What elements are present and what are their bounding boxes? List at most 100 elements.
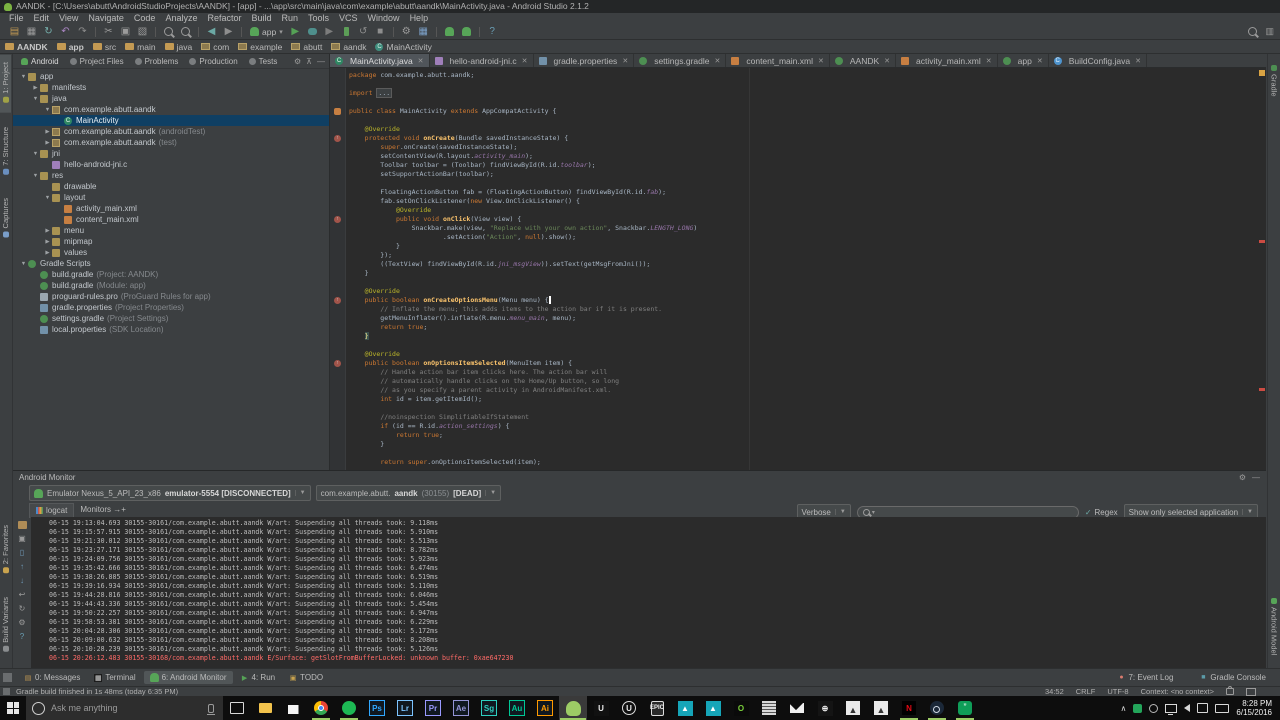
screen-capture-icon[interactable]: ▣ — [18, 534, 27, 543]
debug-button[interactable] — [304, 24, 321, 39]
tool-strip-gradle[interactable]: Gradle — [1269, 55, 1280, 104]
collapse-all-icon[interactable]: ⊼ — [306, 57, 312, 66]
chevron-down-icon[interactable]: ▼ — [31, 151, 40, 157]
monitor-minimize-icon[interactable]: — — [1252, 473, 1260, 482]
close-icon[interactable]: ✕ — [418, 57, 424, 65]
chevron-down-icon[interactable]: ▼ — [43, 107, 52, 113]
menu-analyze[interactable]: Analyze — [160, 13, 202, 24]
taskbar-speedgrade[interactable]: Sg — [475, 696, 503, 720]
tool-strip-2-favorites[interactable]: 2: Favorites — [0, 518, 11, 583]
breadcrumb-abutt[interactable]: abutt — [291, 42, 322, 52]
back-button[interactable]: ◀ — [203, 24, 220, 39]
taskbar-clock[interactable]: 8:28 PM6/15/2016 — [1236, 699, 1272, 717]
touch-keyboard-icon[interactable] — [1215, 704, 1229, 713]
menu-window[interactable]: Window — [363, 13, 405, 24]
scroll-to-bottom-icon[interactable]: ↓ — [18, 576, 27, 585]
override-marker-icon[interactable]: ↑ — [334, 360, 341, 367]
taskbar-game-2[interactable]: ▲ — [867, 696, 895, 720]
tree-item-settings-gradle[interactable]: settings.gradle (Project Settings) — [13, 313, 329, 324]
tree-item-com-example-abutt-aandk[interactable]: ▼com.example.abutt.aandk — [13, 104, 329, 115]
tree-item-hello-android-jni-c[interactable]: hello-android-jni.c — [13, 159, 329, 170]
menu-help[interactable]: Help — [405, 13, 434, 24]
breadcrumb-mainactivity[interactable]: CMainActivity — [375, 42, 431, 52]
editor-tab-activity-main-xml[interactable]: activity_main.xml✕ — [896, 54, 998, 67]
taskbar-epic-games[interactable]: EPIC — [643, 696, 671, 720]
status-grid-icon[interactable] — [3, 688, 10, 695]
chevron-down-icon[interactable]: ▼ — [31, 173, 40, 179]
breadcrumb-aandk[interactable]: AANDK — [5, 42, 48, 52]
sdk-manager-button[interactable] — [441, 24, 458, 39]
microphone-icon[interactable] — [208, 704, 214, 713]
taskbar-hangouts[interactable]: ” — [951, 696, 979, 720]
soft-wrap-icon[interactable]: ↩ — [18, 590, 27, 599]
menu-run[interactable]: Run — [277, 13, 304, 24]
close-icon[interactable]: ✕ — [622, 57, 628, 65]
device-selector-dropdown[interactable]: Emulator Nexus_5_API_23_x86 emulator-555… — [29, 485, 311, 501]
editor-tab-gradle-properties[interactable]: gradle.properties✕ — [534, 54, 635, 67]
taskbar-photoshop[interactable]: Ps — [363, 696, 391, 720]
process-selector-dropdown[interactable]: com.example.abutt.aandk (30155) [DEAD]▼ — [316, 485, 501, 501]
tray-expand[interactable]: ∧ — [1121, 704, 1127, 713]
close-icon[interactable]: ✕ — [714, 57, 720, 65]
tree-item-proguard-rules-pro[interactable]: proguard-rules.pro (ProGuard Rules for a… — [13, 291, 329, 302]
tool-window-button-gradle-console[interactable]: ■Gradle Console — [1193, 671, 1272, 684]
editor-tab-hello-android-jni-c[interactable]: hello-android-jni.c✕ — [430, 54, 534, 67]
taskbar-premiere[interactable]: Pr — [419, 696, 447, 720]
close-icon[interactable]: ✕ — [522, 57, 528, 65]
monitor-tab-monitors-[interactable]: Monitors →+ — [74, 503, 132, 517]
editor-tab-app[interactable]: app✕ — [998, 54, 1049, 67]
run-configuration-button[interactable]: app▾ — [246, 24, 287, 39]
tree-item-gradle-scripts[interactable]: ▼Gradle Scripts — [13, 258, 329, 269]
taskbar-spotify[interactable] — [335, 696, 363, 720]
tray-app-2[interactable] — [1149, 704, 1158, 713]
menu-file[interactable]: File — [4, 13, 29, 24]
monitor-tab-logcat[interactable]: logcat — [29, 503, 74, 518]
chevron-right-icon[interactable]: ▶ — [43, 140, 52, 146]
start-button[interactable] — [0, 696, 26, 720]
tree-item-jni[interactable]: ▼jni — [13, 148, 329, 159]
menu-vcs[interactable]: VCS — [334, 13, 363, 24]
menu-build[interactable]: Build — [246, 13, 276, 24]
cut-button[interactable]: ✂ — [100, 24, 117, 39]
override-marker-icon[interactable]: ↑ — [334, 135, 341, 142]
find-button[interactable] — [160, 24, 177, 39]
avd-manager-button[interactable] — [458, 24, 475, 39]
copy-button[interactable]: ▣ — [117, 24, 134, 39]
taskbar-steam[interactable] — [923, 696, 951, 720]
monitor-settings-gear-icon[interactable]: ⚙ — [1239, 473, 1246, 482]
close-icon[interactable]: ✕ — [1037, 57, 1043, 65]
taskbar-settings-app[interactable]: ⊕ — [811, 696, 839, 720]
taskbar-photos-app-2[interactable]: ▲ — [699, 696, 727, 720]
clear-logcat-icon[interactable]: ▯ — [18, 548, 27, 557]
tool-window-button-4-run[interactable]: ▶4: Run — [235, 671, 282, 684]
taskbar-file-explorer[interactable] — [251, 696, 279, 720]
chevron-right-icon[interactable]: ▶ — [43, 250, 52, 256]
taskbar-lightroom[interactable]: Lr — [391, 696, 419, 720]
menu-view[interactable]: View — [54, 13, 83, 24]
menu-refactor[interactable]: Refactor — [202, 13, 246, 24]
taskbar-after-effects[interactable]: Ae — [447, 696, 475, 720]
project-view-tab-production[interactable]: Production — [189, 57, 237, 66]
rerun-icon[interactable] — [18, 520, 27, 529]
chevron-right-icon[interactable]: ▶ — [43, 239, 52, 245]
breadcrumb-com[interactable]: com — [201, 42, 229, 52]
tree-item-menu[interactable]: ▶menu — [13, 225, 329, 236]
tree-item-local-properties[interactable]: local.properties (SDK Location) — [13, 324, 329, 335]
tool-strip-1-project[interactable]: 1: Project — [0, 55, 11, 113]
project-view-tab-problems[interactable]: Problems — [135, 57, 179, 66]
breadcrumb-java[interactable]: java — [165, 42, 193, 52]
save-all-button[interactable]: ▦ — [23, 24, 40, 39]
editor-tab-settings-gradle[interactable]: settings.gradle✕ — [634, 54, 726, 67]
run-button[interactable]: ▶ — [287, 24, 304, 39]
breadcrumb-example[interactable]: example — [238, 42, 282, 52]
tree-item-gradle-properties[interactable]: gradle.properties (Project Properties) — [13, 302, 329, 313]
tree-item-com-example-abutt-aandk[interactable]: ▶com.example.abutt.aandk (test) — [13, 137, 329, 148]
taskbar-task-view[interactable] — [223, 696, 251, 720]
menu-tools[interactable]: Tools — [303, 13, 334, 24]
tree-item-build-gradle[interactable]: build.gradle (Module: app) — [13, 280, 329, 291]
volume-icon[interactable] — [1184, 704, 1190, 712]
chevron-down-icon[interactable]: ▼ — [19, 74, 28, 80]
taskbar-camera-app[interactable]: O — [727, 696, 755, 720]
override-marker-icon[interactable]: ↑ — [334, 216, 341, 223]
tree-item-drawable[interactable]: drawable — [13, 181, 329, 192]
